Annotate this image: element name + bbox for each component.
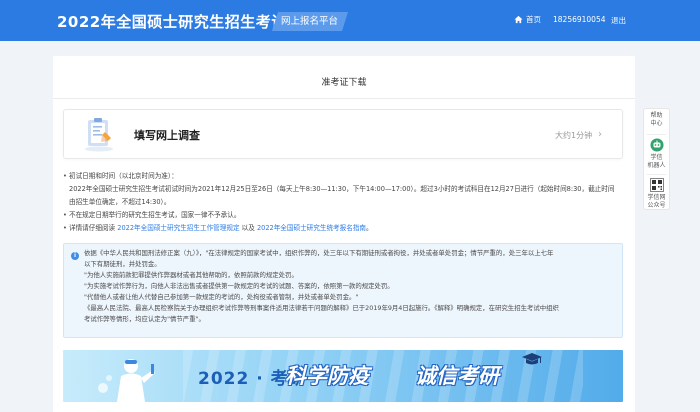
side-floating-panel: 帮助 中心 学信 机器人 学信网 公众号	[643, 108, 670, 210]
law-line: 《最高人民法院、最高人民检察院关于办理组织考试作弊等刑事案件适用法律若干问题的解…	[84, 304, 559, 312]
robot-label-2: 机器人	[647, 162, 666, 169]
platform-badge: 网上报名平台	[272, 12, 348, 31]
law-line: "为他人实施前款犯罪提供作弊器材或者其他帮助的，依照前款的规定处罚。	[84, 271, 298, 279]
site-title: 2022年全国硕士研究生招生考试	[57, 13, 287, 31]
banner-slogan-integrity: 诚信考研	[415, 364, 499, 388]
robot-link[interactable]: 学信 机器人	[644, 154, 669, 170]
robot-label-1: 学信	[650, 154, 663, 161]
survey-clipboard-icon	[85, 118, 113, 152]
page-title: 准考证下载	[321, 78, 367, 88]
qr-code-icon[interactable]	[650, 178, 664, 192]
note-exam-time-detail-cont: 由招生单位确定，不超过14:30）。	[69, 198, 171, 206]
nav-home-link[interactable]: 首页	[514, 14, 541, 25]
robot-icon[interactable]	[650, 138, 664, 152]
logout-link[interactable]: 退出	[611, 15, 626, 26]
law-line: 依据《中华人民共和国刑法修正案（九）》，"在法律规定的国家考试中，组织作弊的，处…	[84, 249, 554, 257]
note-exam-time-heading: 初试日期和时间（以北京时间为准）：	[63, 170, 628, 183]
note-read-details: 详情请仔细阅读 2022年全国硕士研究生招生工作管理规定 以及 2022年全国硕…	[63, 222, 628, 235]
doctor-illustration-icon	[98, 359, 155, 402]
note-read-mid: 以及	[239, 224, 257, 232]
help-label-2: 中心	[650, 120, 663, 127]
home-icon	[514, 15, 523, 24]
law-line: 以下有期徒刑，并处罚金。	[84, 260, 161, 268]
wechat-label-1: 学信网	[647, 194, 666, 201]
survey-card[interactable]: 填写网上调查 大约1分钟 ›	[63, 109, 623, 159]
graduation-cap-icon	[522, 353, 542, 365]
note-exam-time-detail: 2022年全国硕士研究生招生考试初试时间为2021年12月25日至26日（每天上…	[69, 185, 615, 193]
exam-notes: 初试日期和时间（以北京时间为准）： 2022年全国硕士研究生招生考试初试时间为2…	[63, 170, 628, 235]
law-line: 考试作弊等情形，均应认定为"情节严重"。	[84, 315, 205, 323]
note-read-suffix: 。	[366, 224, 373, 232]
title-divider	[53, 98, 635, 99]
note-not-recognized: 不在规定日期举行的研究生招生考试，国家一律不予承认。	[63, 209, 628, 222]
survey-title: 填写网上调查	[134, 129, 200, 142]
law-line: "代替他人或者让他人代替自己参加第一款规定的考试的，处拘役或者管制，并处或者单处…	[84, 293, 359, 301]
law-line: "为实施考试作弊行为，向他人非法出售或者提供第一款规定的考试的试题、答案的，依照…	[84, 282, 394, 290]
survey-duration: 大约1分钟	[555, 131, 593, 140]
banner-slogan-epidemic: 科学防疫	[285, 364, 369, 388]
top-header: 2022年全国硕士研究生招生考试 网上报名平台 首页 18256910054 退…	[0, 0, 700, 41]
law-notice-text: 依据《中华人民共和国刑法修正案（九）》，"在法律规定的国家考试中，组织作弊的，处…	[84, 248, 616, 325]
info-icon: i	[71, 252, 79, 260]
chevron-right-icon: ›	[598, 129, 602, 140]
registration-guide-link[interactable]: 2022年全国硕士研究生统考报名指南	[257, 224, 366, 232]
integrity-banner: 2022 · 考研 科学防疫 诚信考研	[63, 350, 623, 402]
admission-rules-link[interactable]: 2022年全国硕士研究生招生工作管理规定	[117, 224, 239, 232]
main-card: 准考证下载 填写网上调查 大约1分钟 › 初试日期和时间（以北京时间为准）： 2…	[53, 56, 635, 412]
law-notice-box: i 依据《中华人民共和国刑法修正案（九）》，"在法律规定的国家考试中，组织作弊的…	[63, 243, 623, 338]
side-divider	[647, 134, 666, 135]
wechat-label-2: 公众号	[647, 202, 666, 209]
side-divider	[647, 174, 666, 175]
nav-home-label: 首页	[526, 15, 541, 24]
wechat-account-link[interactable]: 学信网 公众号	[644, 194, 669, 210]
user-phone-link[interactable]: 18256910054	[553, 15, 606, 24]
note-read-prefix: 详情请仔细阅读	[69, 224, 118, 232]
help-label-1: 帮助	[650, 112, 663, 119]
help-center-link[interactable]: 帮助 中心	[644, 112, 669, 128]
